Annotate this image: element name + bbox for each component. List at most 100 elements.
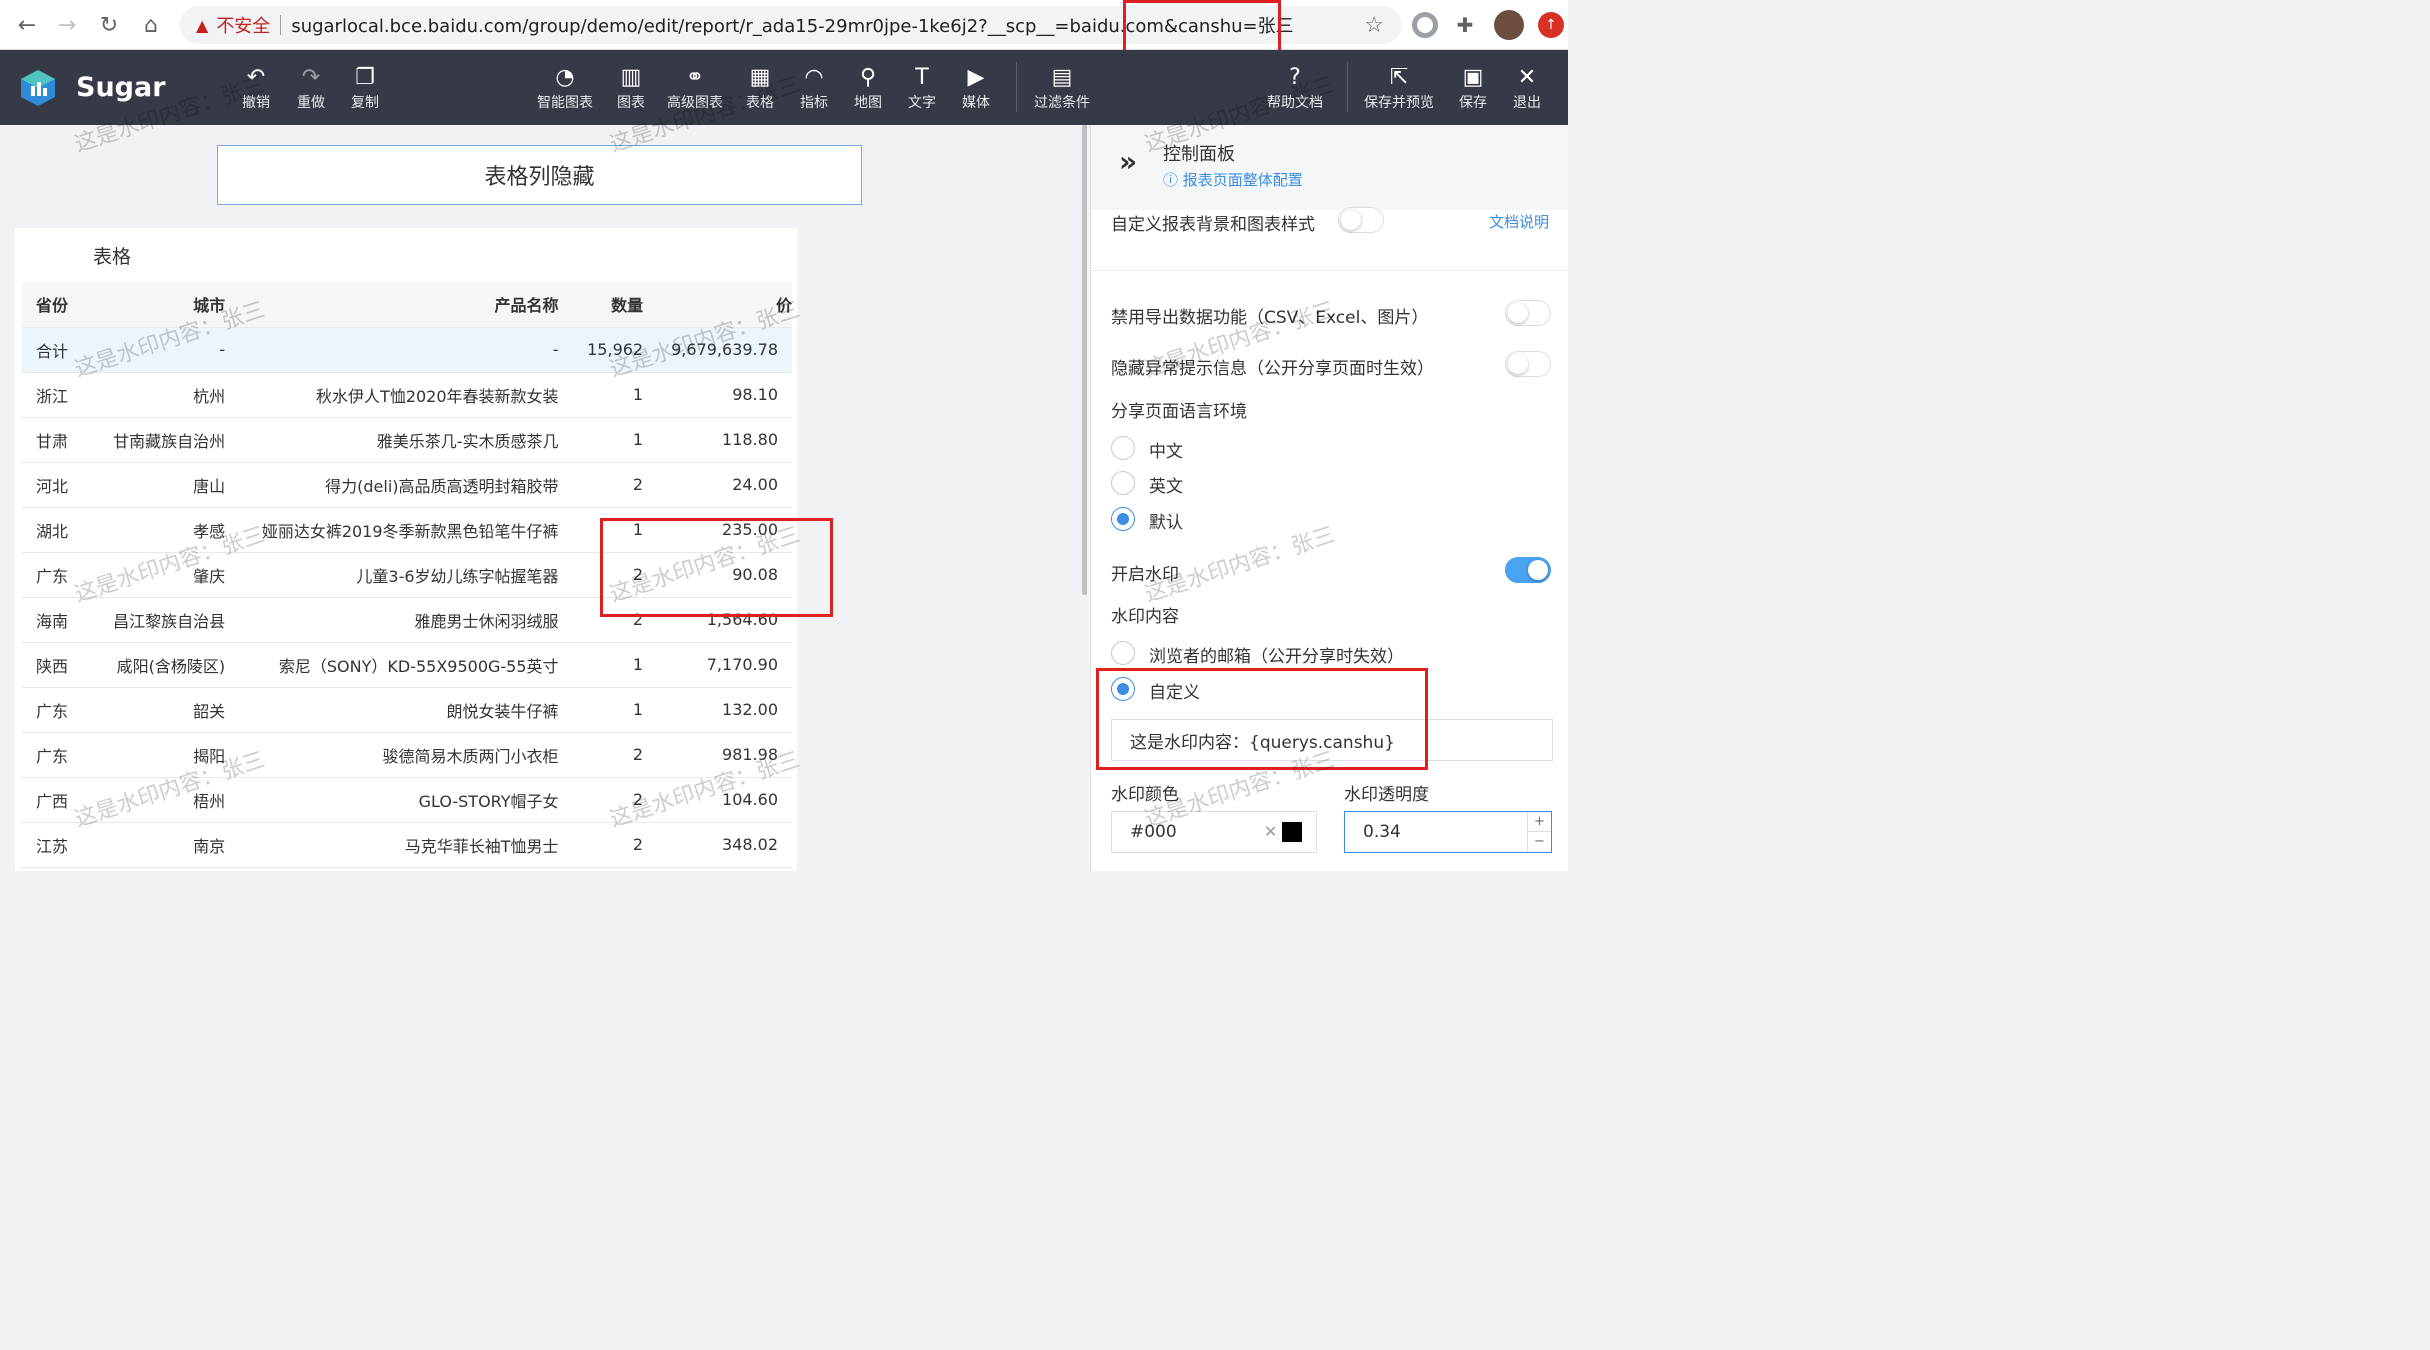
lang-default-radio[interactable] — [1111, 507, 1135, 531]
chart-button[interactable]: ▥ 图表 — [617, 64, 645, 112]
collapse-chevron-icon[interactable]: » — [1119, 145, 1137, 178]
metric-button[interactable]: ◠ 指标 — [800, 64, 828, 112]
opacity-spinner[interactable]: + − — [1527, 812, 1551, 852]
editor-toolbar: Sugar ↶ 撤销 ↷ 重做 ❐ 复制 ◔ 智能图表 ▥ 图表 ⚭ 高级图表 ▦ 表格 ◠ 指… — [0, 50, 1568, 125]
table-cell: 广西 — [22, 777, 94, 823]
wm-email-radio[interactable] — [1111, 641, 1135, 665]
forward-icon[interactable]: → — [52, 10, 82, 40]
lang-default-label[interactable]: 默认 — [1149, 508, 1183, 533]
clear-icon[interactable]: ✕ — [1264, 822, 1277, 841]
watermark-toggle[interactable] — [1505, 557, 1551, 583]
text-button[interactable]: T 文字 — [908, 64, 936, 112]
table-row: 陕西 咸阳(含杨陵区) 索尼（SONY）KD-55X9500G-55英寸 1 7,170… — [22, 642, 792, 688]
column-header[interactable]: 城市 — [93, 282, 240, 328]
lang-en-label[interactable]: 英文 — [1149, 472, 1183, 497]
bar-chart-icon: ▥ — [620, 65, 642, 90]
wm-color-input[interactable]: #000 ✕ — [1111, 811, 1317, 853]
table-cell: 海南 — [22, 597, 94, 643]
table-cell: 杭州 — [93, 372, 240, 418]
increment-icon[interactable]: + — [1528, 812, 1551, 832]
table-row: 甘肃 甘南藏族自治州 雅美乐茶几-实木质感茶几 1 118.80 — [22, 417, 792, 463]
table-cell: 肇庆 — [93, 552, 240, 598]
help-button[interactable]: ? 帮助文档 — [1267, 64, 1323, 112]
update-icon[interactable]: ↑ — [1538, 12, 1564, 38]
table-cell: 118.80 — [657, 417, 792, 463]
table-row: 河北 唐山 得力(deli)高品质高透明封箱胶带 2 24.00 — [22, 462, 792, 508]
total-row: 合计 - - 15,962 9,679,639.78 — [22, 327, 792, 373]
profile-avatar[interactable] — [1494, 10, 1524, 40]
bookmark-star-icon[interactable]: ☆ — [1364, 13, 1384, 38]
lang-zh-radio[interactable] — [1111, 436, 1135, 460]
lang-en-radio[interactable] — [1111, 471, 1135, 495]
media-button[interactable]: ▶ 媒体 — [962, 64, 990, 112]
brand-name: Sugar — [76, 72, 166, 103]
custom-bg-label: 自定义报表背景和图表样式 — [1111, 215, 1315, 235]
advanced-chart-button[interactable]: ⚭ 高级图表 — [667, 64, 723, 112]
custom-bg-toggle[interactable] — [1338, 207, 1384, 233]
column-header[interactable]: 产品名称 — [239, 282, 573, 328]
disable-export-toggle[interactable] — [1505, 300, 1551, 326]
save-button[interactable]: ▣ 保存 — [1459, 64, 1487, 112]
reload-icon[interactable]: ↻ — [94, 10, 124, 40]
exit-button[interactable]: ✕ 退出 — [1513, 64, 1541, 112]
toolbar-divider — [1347, 62, 1348, 112]
table-row: 浙江 杭州 秋水伊人T恤2020年春装新款女装 1 98.10 — [22, 372, 792, 418]
save-preview-button[interactable]: ⇱ 保存并预览 — [1364, 64, 1434, 112]
insecure-label: 不安全 — [216, 16, 271, 37]
table-cell: 广东 — [22, 687, 94, 733]
question-icon: ? — [1289, 65, 1301, 90]
decrement-icon[interactable]: − — [1528, 832, 1551, 852]
column-header[interactable]: 价 — [657, 282, 792, 328]
filter-button[interactable]: ▤ 过滤条件 — [1034, 64, 1090, 112]
map-pin-icon: ⚲ — [859, 65, 877, 90]
table-cell: 104.60 — [657, 777, 792, 823]
external-link-icon: ⇱ — [1389, 65, 1409, 90]
panel-title: 控制面板 — [1163, 144, 1235, 165]
extensions-puzzle-icon[interactable]: ✚ — [1452, 12, 1478, 38]
map-button[interactable]: ⚲ 地图 — [854, 64, 882, 112]
color-swatch[interactable] — [1282, 822, 1302, 842]
redo-button[interactable]: ↷ 重做 — [297, 64, 325, 112]
wm-email-label[interactable]: 浏览者的邮箱（公开分享时失效） — [1149, 642, 1404, 667]
metric-label: 指标 — [800, 95, 828, 111]
canvas-scrollbar[interactable] — [1082, 125, 1087, 595]
column-header[interactable]: 数量 — [572, 282, 658, 328]
lang-zh-label[interactable]: 中文 — [1149, 437, 1183, 462]
table-row: 江苏 南京 马克华菲长袖T恤男士 2 348.02 — [22, 822, 792, 868]
table-button[interactable]: ▦ 表格 — [746, 64, 774, 112]
copy-button[interactable]: ❐ 复制 — [351, 64, 379, 112]
wm-opacity-input[interactable]: 0.34 + − — [1344, 811, 1552, 853]
table-cell: 1 — [572, 372, 658, 418]
home-icon[interactable]: ⌂ — [136, 10, 166, 40]
sugar-logo-icon — [21, 70, 55, 106]
doc-link[interactable]: 文档说明 — [1489, 211, 1549, 232]
help-label: 帮助文档 — [1267, 95, 1323, 111]
back-icon[interactable]: ← — [12, 10, 42, 40]
table-cell: 广东 — [22, 552, 94, 598]
smart-chart-button[interactable]: ◔ 智能图表 — [537, 64, 593, 112]
report-canvas: 表格列隐藏 表格 省份 城市 产品名称 数量 价 合计 - - 15,962 9 — [0, 125, 1078, 871]
text-label: 文字 — [908, 95, 936, 111]
table-title: 表格 — [93, 246, 132, 268]
watermark-highlight-box — [1096, 668, 1428, 770]
table-cell: 得力(deli)高品质高透明封箱胶带 — [239, 462, 573, 508]
hide-errors-toggle[interactable] — [1505, 351, 1551, 377]
omnibox-separator — [280, 15, 282, 35]
panel-header: » 控制面板 ⓘ 报表页面整体配置 — [1091, 125, 1569, 210]
table-cell: 合计 — [22, 327, 94, 373]
report-title[interactable]: 表格列隐藏 — [217, 145, 862, 205]
column-header[interactable]: 省份 — [22, 282, 94, 328]
table-cell: 梧州 — [93, 777, 240, 823]
play-icon: ▶ — [967, 65, 985, 90]
table-cell: 马克华菲长袖T恤男士 — [239, 822, 573, 868]
panel-subtitle-link[interactable]: ⓘ 报表页面整体配置 — [1163, 169, 1303, 190]
undo-button[interactable]: ↶ 撤销 — [242, 64, 270, 112]
table-cell: 娅丽达女裤2019冬季新款黑色铅笔牛仔裤 — [239, 507, 573, 553]
chart-label: 图表 — [617, 95, 645, 111]
filter-icon: ▤ — [1051, 65, 1073, 90]
extension-record-icon[interactable] — [1412, 12, 1438, 38]
exit-label: 退出 — [1513, 95, 1541, 111]
table-cell: 咸阳(含杨陵区) — [93, 642, 240, 688]
table-label: 表格 — [746, 95, 774, 111]
wm-color-value: #000 — [1130, 822, 1177, 842]
